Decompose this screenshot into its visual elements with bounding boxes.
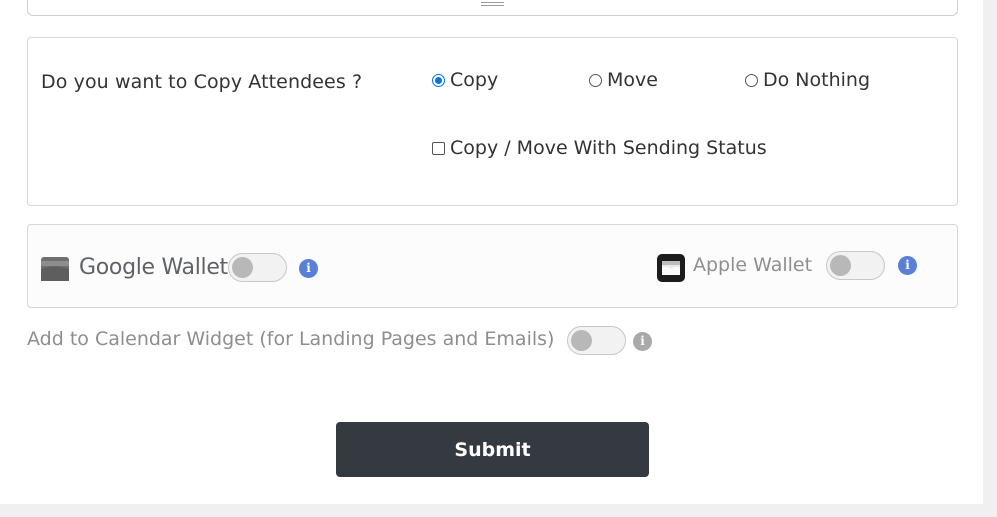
calendar-widget-info-icon[interactable]: i bbox=[633, 332, 652, 351]
copy-attendees-panel: Do you want to Copy Attendees ? Copy Mov… bbox=[27, 37, 958, 206]
radio-option-copy[interactable]: Copy bbox=[432, 69, 498, 91]
radio-move[interactable] bbox=[589, 73, 602, 87]
radio-do-nothing[interactable] bbox=[745, 73, 758, 87]
form-card: Do you want to Copy Attendees ? Copy Mov… bbox=[0, 0, 983, 504]
calendar-widget-toggle[interactable] bbox=[567, 326, 626, 355]
radio-copy[interactable] bbox=[432, 73, 445, 87]
resize-grip-icon[interactable] bbox=[481, 2, 504, 8]
radio-option-move[interactable]: Move bbox=[589, 69, 658, 91]
radio-do-nothing-label: Do Nothing bbox=[763, 69, 871, 91]
copy-attendees-question: Do you want to Copy Attendees ? bbox=[41, 71, 363, 93]
google-wallet-label: Google Wallet bbox=[79, 255, 228, 280]
sending-status-label: Copy / Move With Sending Status bbox=[450, 137, 767, 159]
apple-wallet-icon bbox=[657, 254, 685, 282]
radio-copy-label: Copy bbox=[450, 69, 499, 91]
google-wallet-icon bbox=[41, 257, 69, 281]
radio-option-do-nothing[interactable]: Do Nothing bbox=[745, 69, 870, 91]
apple-wallet-label: Apple Wallet bbox=[693, 254, 813, 276]
apple-wallet-info-icon[interactable]: i bbox=[898, 256, 917, 275]
google-wallet-info-icon[interactable]: i bbox=[299, 259, 318, 278]
apple-wallet-toggle[interactable] bbox=[826, 251, 885, 280]
sending-status-checkbox[interactable] bbox=[432, 141, 445, 155]
google-wallet-toggle[interactable] bbox=[228, 253, 287, 282]
radio-move-label: Move bbox=[607, 69, 658, 91]
sending-status-option[interactable]: Copy / Move With Sending Status bbox=[432, 137, 767, 159]
calendar-widget-label: Add to Calendar Widget (for Landing Page… bbox=[27, 328, 555, 350]
textarea-bottom-edge bbox=[27, 0, 958, 16]
submit-button[interactable]: Submit bbox=[336, 422, 649, 477]
wallet-panel: Google Wallet i Apple Wallet i bbox=[27, 224, 958, 308]
